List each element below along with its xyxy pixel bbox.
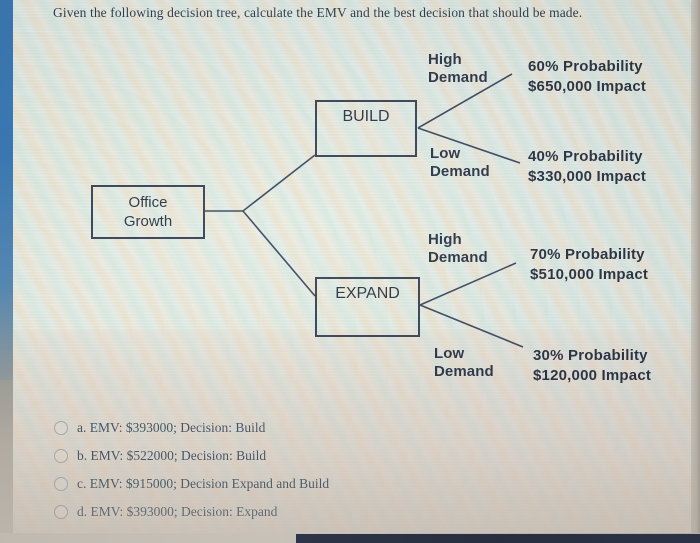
office-growth-line2: Growth — [123, 213, 173, 230]
answer-options-list: a. EMV: $393000; Decision: Build b. EMV:… — [54, 414, 474, 526]
outcome-build-low: 40% Probability $330,000 Impact — [528, 147, 646, 187]
branch-label-build-low: Low Demand — [430, 145, 490, 181]
answer-option-b[interactable]: b. EMV: $522000; Decision: Build — [54, 442, 474, 470]
build-high-impact: $650,000 Impact — [528, 78, 647, 95]
radio-button-b-icon[interactable] — [54, 449, 68, 463]
outcome-expand-high: 70% Probability $510,000 Impact — [530, 245, 648, 285]
build-label: BUILD — [342, 108, 390, 125]
tree-node-office-growth[interactable]: Office Growth — [91, 185, 205, 239]
build-low-line1: Low — [430, 145, 461, 162]
link-expand-to-low — [419, 304, 524, 348]
branch-label-expand-low: Low Demand — [434, 345, 494, 381]
build-high-probability: 60% Probability — [528, 58, 643, 75]
expand-low-line2: Demand — [434, 363, 494, 380]
expand-high-probability: 70% Probability — [530, 246, 645, 263]
answer-option-a[interactable]: a. EMV: $393000; Decision: Build — [54, 414, 474, 442]
radio-button-c-icon[interactable] — [54, 477, 68, 491]
build-low-line2: Demand — [430, 163, 490, 180]
tree-node-expand[interactable]: EXPAND — [315, 277, 420, 337]
answer-option-d[interactable]: d. EMV: $393000; Decision: Expand — [54, 498, 474, 526]
expand-label: EXPAND — [335, 285, 400, 302]
branch-label-build-high: High Demand — [428, 51, 488, 87]
expand-low-impact: $120,000 Impact — [533, 367, 652, 384]
screenshot-root: Given the following decision tree, calcu… — [0, 0, 700, 543]
answer-option-a-label: a. EMV: $393000; Decision: Build — [77, 420, 266, 435]
build-low-impact: $330,000 Impact — [528, 168, 647, 185]
answer-option-c-label: c. EMV: $915000; Decision Expand and Bui… — [77, 476, 330, 491]
expand-high-line2: Demand — [428, 249, 488, 266]
answer-option-b-label: b. EMV: $522000; Decision: Build — [77, 448, 267, 463]
build-low-probability: 40% Probability — [528, 148, 643, 165]
answer-option-c[interactable]: c. EMV: $915000; Decision Expand and Bui… — [54, 470, 474, 498]
radio-button-d-icon[interactable] — [54, 505, 68, 519]
answer-option-d-label: d. EMV: $393000; Decision: Expand — [77, 504, 278, 519]
expand-low-line1: Low — [434, 345, 465, 362]
branch-label-expand-high: High Demand — [428, 231, 488, 267]
link-root-to-expand — [242, 210, 316, 297]
outcome-build-high: 60% Probability $650,000 Impact — [528, 57, 646, 97]
expand-low-probability: 30% Probability — [533, 347, 648, 364]
expand-high-impact: $510,000 Impact — [530, 266, 649, 283]
build-high-line1: High — [428, 51, 462, 68]
link-expand-to-high — [419, 262, 517, 306]
build-high-line2: Demand — [428, 69, 488, 86]
office-growth-line1: Office — [128, 194, 168, 211]
outcome-expand-low: 30% Probability $120,000 Impact — [533, 346, 651, 386]
link-root-to-build — [242, 154, 316, 212]
radio-button-a-icon[interactable] — [54, 421, 68, 435]
tree-node-build[interactable]: BUILD — [315, 100, 417, 157]
expand-high-line1: High — [428, 231, 462, 248]
